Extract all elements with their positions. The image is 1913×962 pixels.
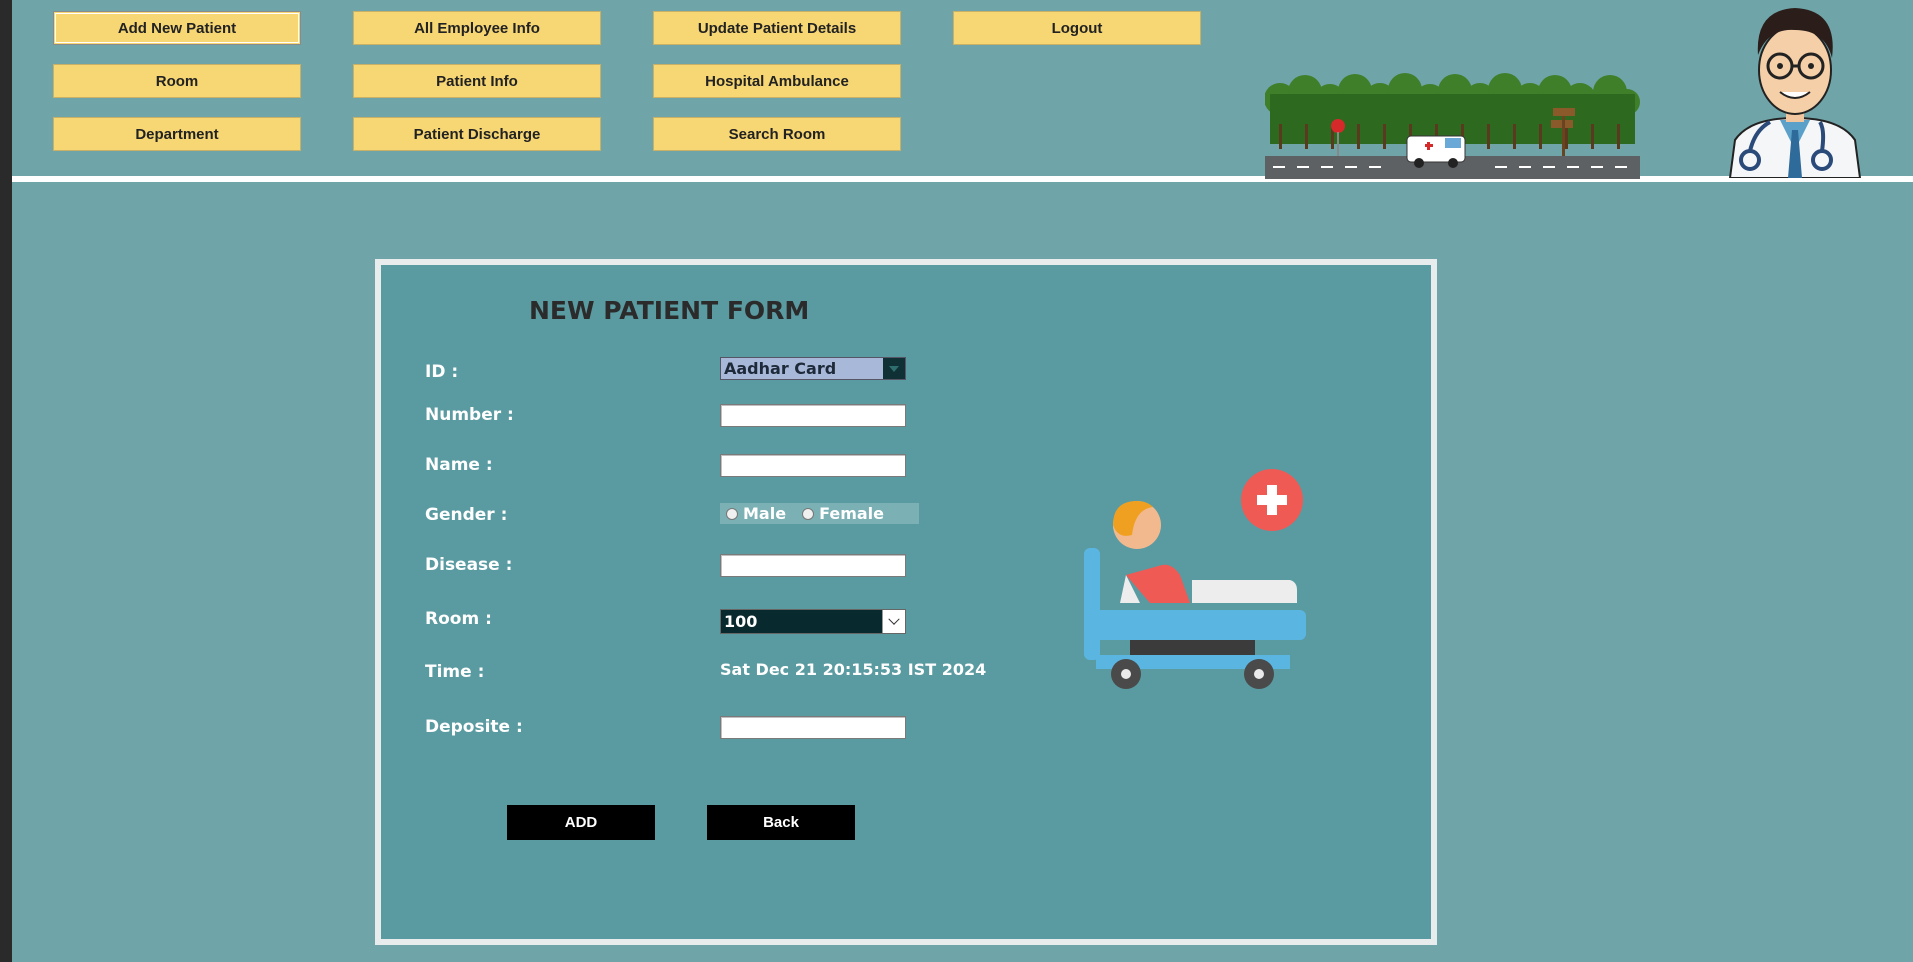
id-type-selected-value: Aadhar Card [724, 359, 837, 378]
doctor-avatar-illustration [1728, 8, 1862, 178]
disease-label: Disease : [425, 555, 513, 575]
number-label: Number : [425, 405, 514, 425]
time-label: Time : [425, 662, 485, 682]
room-label: Room : [425, 609, 492, 629]
gender-label: Gender : [425, 505, 508, 525]
female-radio[interactable] [802, 507, 815, 520]
room-selected-value: 100 [724, 612, 758, 631]
deposite-field[interactable] [720, 716, 906, 739]
name-field[interactable] [720, 454, 906, 477]
time-value: Sat Dec 21 20:15:53 IST 2024 [720, 660, 987, 679]
add-new-patient-button[interactable]: Add New Patient [53, 11, 301, 45]
name-label: Name : [425, 455, 493, 475]
chevron-down-icon[interactable] [882, 610, 905, 633]
deposite-label: Deposite : [425, 717, 523, 737]
dropdown-arrow-icon[interactable] [883, 358, 905, 379]
window-left-edge [0, 0, 12, 962]
room-button[interactable]: Room [53, 64, 301, 98]
id-label: ID : [425, 362, 459, 382]
number-field[interactable] [720, 404, 906, 427]
patient-bed-illustration [1084, 469, 1306, 689]
search-room-button[interactable]: Search Room [653, 117, 901, 151]
male-radio[interactable] [726, 507, 738, 520]
female-radio-label[interactable]: Female [819, 504, 884, 523]
add-button[interactable]: ADD [507, 805, 655, 840]
id-type-select[interactable]: Aadhar Card [720, 357, 906, 380]
patient-info-button[interactable]: Patient Info [353, 64, 601, 98]
room-select[interactable]: 100 [720, 609, 906, 634]
department-button[interactable]: Department [53, 117, 301, 151]
patient-discharge-button[interactable]: Patient Discharge [353, 117, 601, 151]
all-employee-info-button[interactable]: All Employee Info [353, 11, 601, 45]
male-radio-label[interactable]: Male [743, 504, 786, 523]
form-title: NEW PATIENT FORM [529, 296, 810, 325]
disease-field[interactable] [720, 554, 906, 577]
back-button[interactable]: Back [707, 805, 855, 840]
update-patient-details-button[interactable]: Update Patient Details [653, 11, 901, 45]
hospital-ambulance-button[interactable]: Hospital Ambulance [653, 64, 901, 98]
gender-radio-group: Male Female [720, 503, 919, 524]
forest-road-ambulance-illustration [1265, 73, 1640, 179]
logout-button[interactable]: Logout [953, 11, 1201, 45]
